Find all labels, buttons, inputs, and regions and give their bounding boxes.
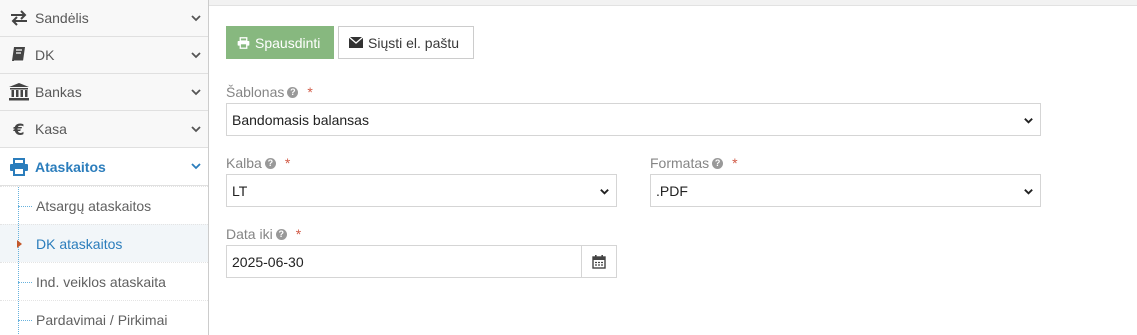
sidebar-item-sandelis[interactable]: Sandėlis [0, 0, 208, 37]
language-label: Kalba ? * [226, 155, 291, 171]
bank-icon [8, 82, 30, 102]
print-button-label: Spausdinti [255, 34, 321, 51]
date-label: Data iki ? * [226, 226, 302, 242]
language-select[interactable]: LT [226, 174, 617, 207]
required-marker: * [295, 226, 302, 242]
chevron-down-icon [1024, 189, 1033, 195]
print-button[interactable]: Spausdinti [226, 26, 334, 59]
sidebar-item-kasa[interactable]: € Kasa [0, 111, 208, 148]
print-icon [8, 157, 30, 177]
template-label: Šablonas ? * [226, 84, 313, 100]
reports-submenu: Atsargų ataskaitos DK ataskaitos Ind. ve… [0, 186, 208, 335]
subitem-pardavimai-pirkimai[interactable]: Pardavimai / Pirkimai [0, 300, 208, 335]
help-icon[interactable]: ? [287, 86, 299, 98]
format-label: Formatas ? * [650, 155, 738, 171]
sidebar-item-label: DK [35, 47, 55, 63]
sidebar-item-label: Sandėlis [35, 10, 89, 26]
chevron-down-icon [600, 189, 609, 195]
calendar-icon [592, 254, 606, 269]
book-icon [8, 45, 30, 65]
help-icon[interactable]: ? [712, 157, 724, 169]
sidebar-item-bankas[interactable]: Bankas [0, 74, 208, 111]
chevron-down-icon [191, 89, 201, 96]
exchange-icon [8, 8, 30, 28]
sidebar-item-dk[interactable]: DK [0, 37, 208, 74]
chevron-down-icon [191, 52, 201, 59]
required-marker: * [307, 84, 313, 100]
sidebar-item-label: Ataskaitos [35, 158, 106, 175]
required-marker: * [732, 155, 738, 171]
chevron-down-icon [191, 15, 201, 22]
help-icon[interactable]: ? [264, 157, 276, 169]
format-select[interactable]: .PDF [650, 174, 1041, 207]
subitem-label: DK ataskaitos [36, 235, 123, 252]
subitem-dk-ataskaitos[interactable]: DK ataskaitos [0, 224, 208, 262]
template-select[interactable]: Bandomasis balansas [226, 103, 1041, 136]
euro-icon: € [13, 119, 25, 139]
date-input[interactable]: 2025-06-30 [226, 245, 582, 278]
print-icon [237, 36, 250, 49]
top-bar [209, 0, 1137, 6]
required-marker: * [284, 155, 291, 171]
sidebar-item-label: Kasa [35, 121, 67, 137]
help-icon[interactable]: ? [275, 228, 287, 240]
sidebar: Sandėlis DK Bankas € Kasa Ataskaitos Ats… [0, 0, 209, 335]
subitem-label: Pardavimai / Pirkimai [36, 311, 168, 328]
chevron-down-icon [191, 126, 201, 133]
subitem-label: Ind. veiklos ataskaita [36, 273, 166, 290]
subitem-atsargu-ataskaitos[interactable]: Atsargų ataskaitos [0, 186, 208, 224]
calendar-button[interactable] [581, 245, 617, 278]
chevron-down-icon [1024, 118, 1033, 124]
sidebar-item-ataskaitos[interactable]: Ataskaitos [0, 148, 208, 186]
send-email-button-label: Siųsti el. paštu [368, 34, 460, 51]
subitem-ind-veiklos-ataskaita[interactable]: Ind. veiklos ataskaita [0, 262, 208, 300]
chevron-down-icon [191, 163, 201, 170]
sidebar-item-label: Bankas [35, 84, 82, 100]
envelope-icon [349, 37, 363, 48]
subitem-label: Atsargų ataskaitos [36, 197, 152, 214]
send-email-button[interactable]: Siųsti el. paštu [338, 26, 474, 59]
caret-right-icon [17, 240, 22, 248]
